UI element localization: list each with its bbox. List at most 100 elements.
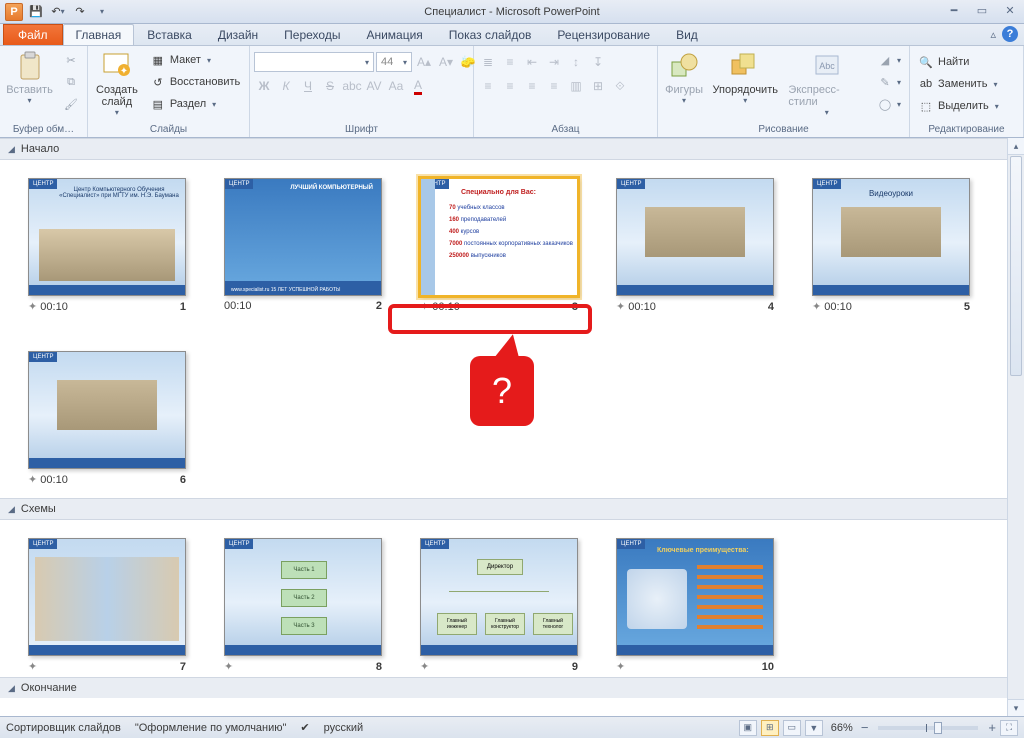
slide-thumbnail[interactable]: ЦЕНТРЦентр Компьютерного Обучения «Специ… <box>28 178 186 296</box>
sorter-view-button[interactable]: ⊞ <box>761 720 779 736</box>
zoom-out-button[interactable]: − <box>861 720 869 735</box>
font-color-button[interactable]: A <box>408 76 428 96</box>
char-spacing-button[interactable]: AV <box>364 76 384 96</box>
slide-thumbnail[interactable]: ЦЕНТРДиректорГлавный инженерГлавный конс… <box>420 538 578 656</box>
normal-view-button[interactable]: ▣ <box>739 720 757 736</box>
shrink-font-button[interactable]: A▾ <box>436 52 456 72</box>
font-size-combo[interactable]: 44▾ <box>376 52 412 72</box>
align-right-button[interactable]: ≡ <box>522 76 542 96</box>
spellcheck-icon[interactable]: ✔ <box>300 721 309 734</box>
zoom-slider[interactable] <box>878 726 978 730</box>
redo-button[interactable]: ↷ <box>70 2 90 22</box>
slide-cell[interactable]: ЦЕНТРСпециально для Вас:70 учебных класс… <box>420 178 578 313</box>
underline-button[interactable]: Ч <box>298 76 318 96</box>
bullets-button[interactable]: ≣ <box>478 52 498 72</box>
text-direction-button[interactable]: ↧ <box>588 52 608 72</box>
bold-button[interactable]: Ж <box>254 76 274 96</box>
shape-fill-button[interactable]: ◢▾ <box>873 50 905 70</box>
tab-animations[interactable]: Анимация <box>353 24 435 45</box>
align-center-button[interactable]: ≡ <box>500 76 520 96</box>
section-header-2[interactable]: ◢ Схемы <box>0 498 1007 520</box>
slide-thumbnail[interactable]: ЦЕНТРВидеоуроки <box>812 178 970 296</box>
shape-outline-button[interactable]: ✎▾ <box>873 72 905 92</box>
paste-button[interactable]: Вставить ▾ <box>4 48 55 107</box>
new-slide-button[interactable]: ✦ Создать слайд ▾ <box>92 48 142 119</box>
save-button[interactable]: 💾 <box>26 2 46 22</box>
reading-view-button[interactable]: ▭ <box>783 720 801 736</box>
slideshow-view-button[interactable]: ▼ <box>805 720 823 736</box>
numbering-button[interactable]: ≡ <box>500 52 520 72</box>
smartart-button[interactable]: ⟐ <box>610 76 630 96</box>
font-name-combo[interactable]: ▾ <box>254 52 374 72</box>
maximize-button[interactable]: ▭ <box>972 2 992 18</box>
slide-cell[interactable]: ЦЕНТР✦ 00:104 <box>616 178 774 313</box>
columns-button[interactable]: ▥ <box>566 76 586 96</box>
fit-to-window-button[interactable]: ⛶ <box>1000 720 1018 736</box>
slide-thumbnail[interactable]: ЦЕНТРСпециально для Вас:70 учебных класс… <box>420 178 578 296</box>
section-button[interactable]: ▤Раздел▾ <box>146 94 244 114</box>
scroll-down-button[interactable]: ▾ <box>1008 699 1024 716</box>
layout-button[interactable]: ▦Макет▾ <box>146 50 244 70</box>
cut-button[interactable]: ✂ <box>59 50 83 70</box>
tab-view[interactable]: Вид <box>663 24 711 45</box>
zoom-level[interactable]: 66% <box>831 722 853 734</box>
select-button[interactable]: ⬚Выделить▾ <box>914 96 1003 116</box>
strikethrough-button[interactable]: S <box>320 76 340 96</box>
line-spacing-button[interactable]: ↕ <box>566 52 586 72</box>
zoom-in-button[interactable]: + <box>988 720 996 735</box>
slide-thumbnail[interactable]: ЦЕНТР <box>616 178 774 296</box>
decrease-indent-button[interactable]: ⇤ <box>522 52 542 72</box>
status-language[interactable]: русский <box>324 722 363 734</box>
slide-thumbnail[interactable]: ЦЕНТРЛУЧШИЙ КОМПЬЮТЕРНЫЙwww.specialist.r… <box>224 178 382 296</box>
slide-cell[interactable]: ЦЕНТРВидеоуроки✦ 00:105 <box>812 178 970 313</box>
shape-effects-button[interactable]: ◯▾ <box>873 94 905 114</box>
italic-button[interactable]: К <box>276 76 296 96</box>
minimize-ribbon-button[interactable]: ▵ <box>990 28 996 41</box>
qat-customize[interactable]: ▾ <box>92 2 112 22</box>
arrange-button[interactable]: Упорядочить▾ <box>710 48 780 107</box>
section-header-1[interactable]: ◢ Начало <box>0 138 1007 160</box>
slide-cell[interactable]: ЦЕНТР✦ 7 <box>28 538 186 673</box>
shadow-button[interactable]: abc <box>342 76 362 96</box>
tab-transitions[interactable]: Переходы <box>271 24 353 45</box>
reset-button[interactable]: ↺Восстановить <box>146 72 244 92</box>
slide-cell[interactable]: ЦЕНТРДиректорГлавный инженерГлавный конс… <box>420 538 578 673</box>
undo-button[interactable]: ↶▾ <box>48 2 68 22</box>
slide-cell[interactable]: ЦЕНТРЛУЧШИЙ КОМПЬЮТЕРНЫЙwww.specialist.r… <box>224 178 382 313</box>
tab-insert[interactable]: Вставка <box>134 24 205 45</box>
vertical-scrollbar[interactable]: ▴ ▾ <box>1007 138 1024 716</box>
slide-cell[interactable]: ЦЕНТРЦентр Компьютерного Обучения «Специ… <box>28 178 186 313</box>
scroll-up-button[interactable]: ▴ <box>1008 138 1024 155</box>
scroll-thumb[interactable] <box>1010 156 1022 376</box>
close-button[interactable]: ✕ <box>1000 2 1020 18</box>
align-text-button[interactable]: ⊞ <box>588 76 608 96</box>
change-case-button[interactable]: Aa <box>386 76 406 96</box>
slide-thumbnail[interactable]: ЦЕНТРКлючевые преимущества: <box>616 538 774 656</box>
section-header-3[interactable]: ◢ Окончание <box>0 677 1007 698</box>
format-painter-button[interactable]: 🖌 <box>59 94 83 114</box>
replace-button[interactable]: abЗаменить▾ <box>914 74 1003 94</box>
slide-cell[interactable]: ЦЕНТР✦ 00:106 <box>28 351 186 486</box>
slide-cell[interactable]: ЦЕНТРКлючевые преимущества:✦ 10 <box>616 538 774 673</box>
quick-styles-button[interactable]: Abc Экспресс-стили▾ <box>784 48 869 119</box>
tab-home[interactable]: Главная <box>63 24 135 45</box>
minimize-button[interactable]: ━ <box>944 2 964 18</box>
justify-button[interactable]: ≡ <box>544 76 564 96</box>
app-icon[interactable]: P <box>4 2 24 22</box>
grow-font-button[interactable]: A▴ <box>414 52 434 72</box>
find-button[interactable]: 🔍Найти <box>914 52 1003 72</box>
slide-thumbnail[interactable]: ЦЕНТР <box>28 538 186 656</box>
slide-cell[interactable]: ЦЕНТРЧасть 1Часть 2Часть 3✦ 8 <box>224 538 382 673</box>
copy-button[interactable]: ⧉ <box>59 72 83 92</box>
tab-design[interactable]: Дизайн <box>205 24 271 45</box>
help-button[interactable]: ? <box>1002 26 1018 42</box>
increase-indent-button[interactable]: ⇥ <box>544 52 564 72</box>
tab-slideshow[interactable]: Показ слайдов <box>436 24 545 45</box>
shapes-button[interactable]: Фигуры▾ <box>662 48 706 107</box>
tab-review[interactable]: Рецензирование <box>544 24 663 45</box>
align-left-button[interactable]: ≡ <box>478 76 498 96</box>
slide-thumbnail[interactable]: ЦЕНТРЧасть 1Часть 2Часть 3 <box>224 538 382 656</box>
slide-sorter-pane[interactable]: ◢ Начало ЦЕНТРЦентр Компьютерного Обучен… <box>0 138 1007 716</box>
tab-file[interactable]: Файл <box>3 24 63 45</box>
slide-thumbnail[interactable]: ЦЕНТР <box>28 351 186 469</box>
